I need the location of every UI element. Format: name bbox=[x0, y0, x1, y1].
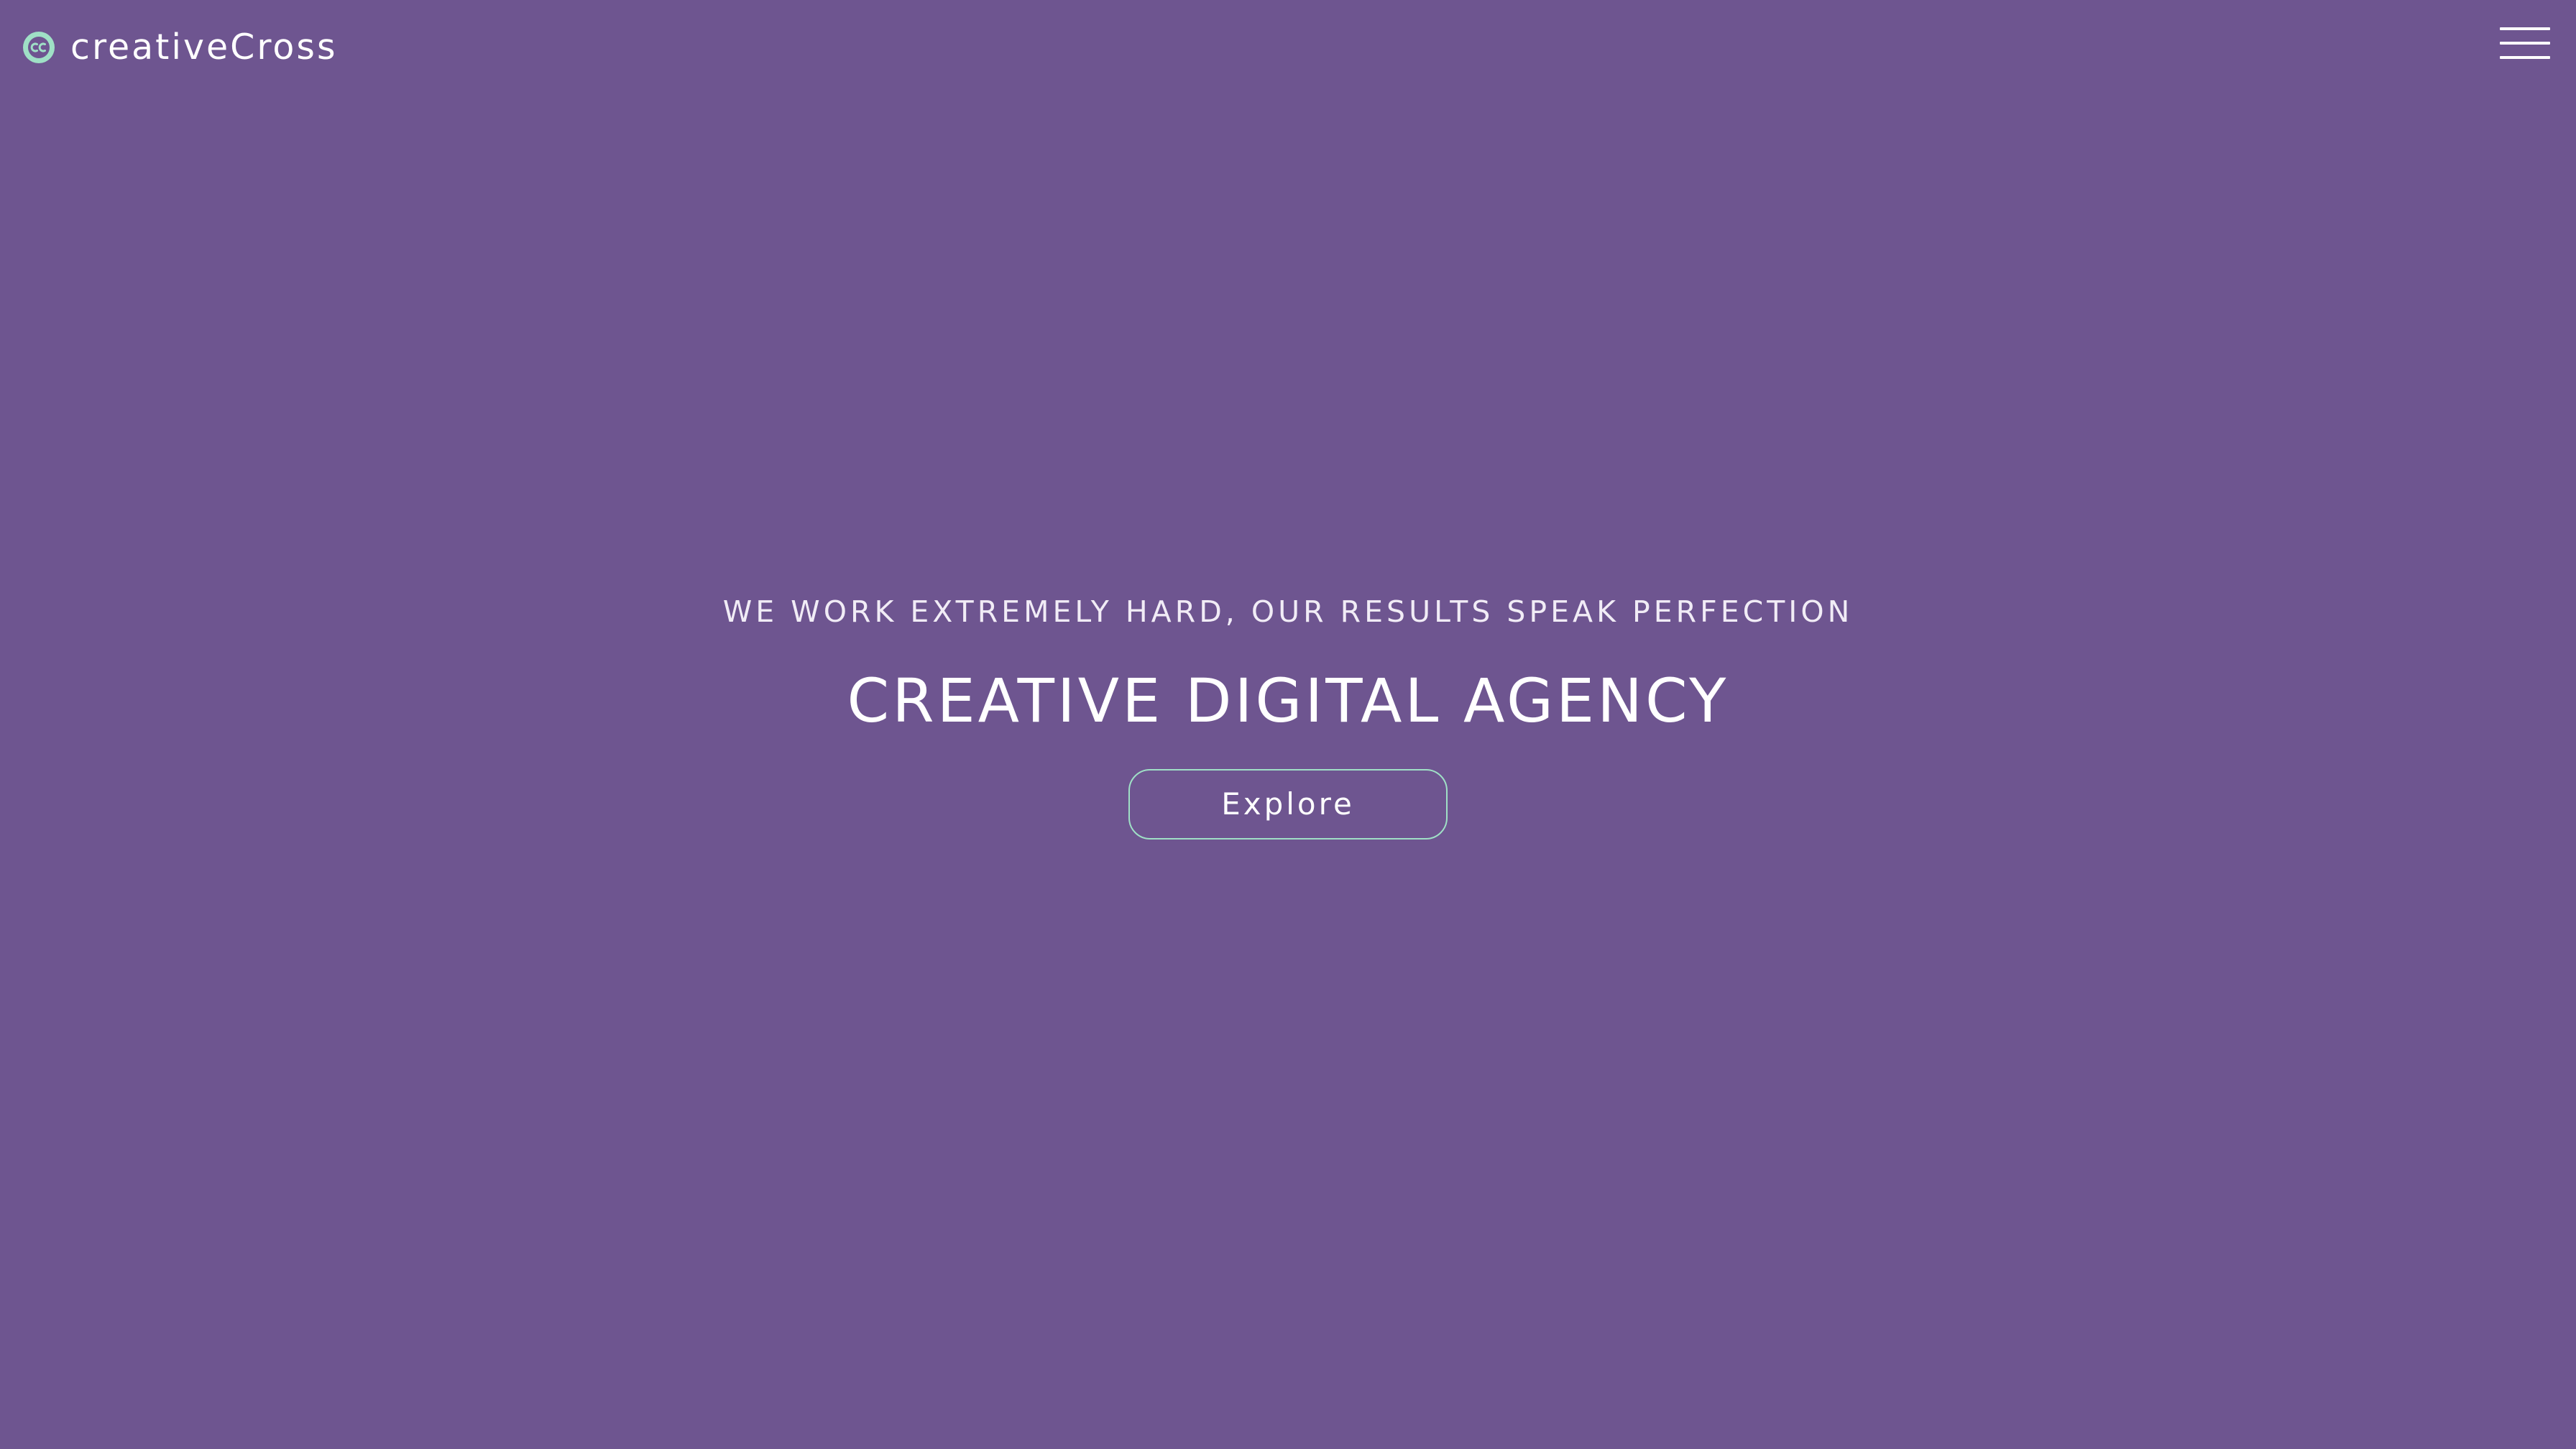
brand-name: creativeCross bbox=[70, 27, 338, 68]
hamburger-menu-button[interactable] bbox=[2500, 26, 2550, 60]
menu-bar-top bbox=[2500, 27, 2550, 30]
creative-commons-cc-icon bbox=[23, 32, 55, 63]
landing-page: creativeCross WE WORK EXTREMELY HARD, OU… bbox=[0, 0, 2576, 1449]
brand-logo-link[interactable]: creativeCross bbox=[22, 26, 337, 69]
menu-bar-bottom bbox=[2500, 56, 2550, 59]
hero-tagline: WE WORK EXTREMELY HARD, OUR RESULTS SPEA… bbox=[722, 594, 1854, 629]
explore-button[interactable]: Explore bbox=[1128, 769, 1448, 840]
site-header: creativeCross bbox=[0, 0, 2576, 101]
hero-headline: CREATIVE DIGITAL AGENCY bbox=[847, 666, 1729, 736]
menu-bar-middle bbox=[2500, 42, 2550, 45]
